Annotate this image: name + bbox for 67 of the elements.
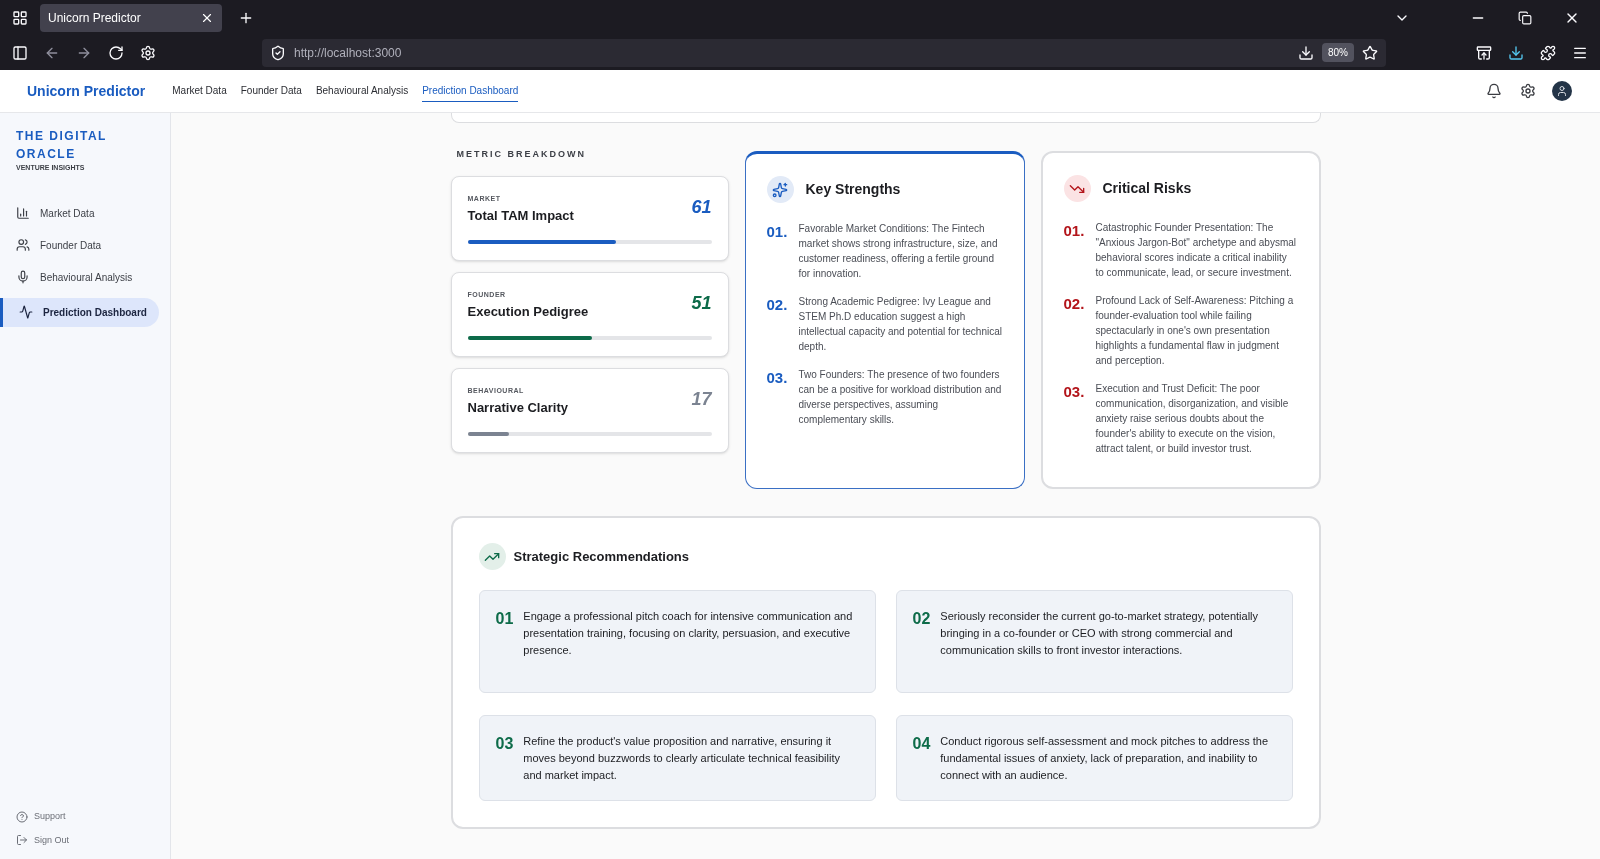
- card-title: Strategic Recommendations: [513, 547, 690, 566]
- sidebar-footer-link[interactable]: Sign Out: [16, 833, 70, 847]
- sign-out-icon: [16, 834, 28, 847]
- sidebar-toggle-icon[interactable]: [12, 44, 28, 61]
- people-icon: [16, 238, 30, 252]
- recommendation-number: 04: [912, 734, 931, 754]
- item-text: Profound Lack of Self-Awareness: Pitching a founder-evaluation tool while failing spectacularly in one's own presentation highlights a fundamental flaw in judgment and perception.: [1095, 294, 1295, 368]
- recommendation-text: Conduct rigorous self-assessment and mock pitches to address the fundamental issues of anxiety, lack of preparation, and inability to connect with an audience.: [940, 734, 1269, 783]
- download-page-icon[interactable]: [1298, 44, 1314, 61]
- sidebar-footer-link[interactable]: Support: [16, 810, 66, 824]
- reload-icon[interactable]: [108, 44, 124, 61]
- item-text: Strong Academic Pedigree: Ivy League and STEM Ph.D education suggest a high intellectual capacity and potential for technical depth.: [798, 295, 1003, 354]
- recommendation-text: Seriously reconsider the current go-to-market strategy, potentially bringing in a co-founder or CEO with strong commercial and communication skills to front investor interactions.: [940, 609, 1259, 658]
- trend-down-icon: [1063, 175, 1091, 202]
- metric-score: 51: [691, 291, 712, 315]
- help-icon: [16, 810, 28, 823]
- bar-chart-icon: [16, 206, 30, 220]
- recommendation-text: Engage a professional pitch coach for intensive communication and presentation training, focusing on clarity, persuasion, and executive presence.: [523, 609, 854, 658]
- metric-title: Narrative Clarity: [467, 399, 568, 417]
- nav-link[interactable]: Prediction Dashboard: [422, 80, 519, 102]
- item-number: 02.: [766, 295, 789, 315]
- restore-icon[interactable]: [1518, 10, 1532, 25]
- item-number: 01.: [1063, 221, 1086, 241]
- browser-tab[interactable]: Unicorn Predictor: [40, 3, 222, 32]
- sidebar-title: THE DIGITAL ORACLE: [16, 128, 108, 163]
- nav-link[interactable]: Founder Data: [240, 80, 302, 102]
- avatar[interactable]: [1552, 81, 1572, 101]
- card-title: Critical Risks: [1102, 179, 1192, 198]
- nav-link[interactable]: Market Data: [172, 80, 227, 102]
- microphone-icon: [16, 270, 30, 284]
- recommendation-text: Refine the product's value proposition and narrative, ensuring it moves beyond buzzwords to clearly articulate technical feasibility and market impact.: [523, 734, 841, 783]
- address-bar[interactable]: http://localhost:3000 80%: [262, 38, 1386, 67]
- sparkles-icon: [766, 176, 794, 203]
- card-title: Key Strengths: [805, 180, 901, 199]
- item-text: Two Founders: The presence of two founders can be a positive for workload distribution and diverse perspectives, assuming complementary skills.: [798, 368, 1003, 427]
- star-icon[interactable]: [1362, 44, 1378, 61]
- bell-icon[interactable]: [1486, 83, 1502, 99]
- item-text: Execution and Trust Deficit: The poor communication, disorganization, and visible anxiety raise serious doubts about the founder's ability to execute on the vision, attract talent, or build investor trust.: [1095, 382, 1290, 456]
- extensions-icon[interactable]: [1540, 44, 1556, 61]
- recommendation-number: 03: [495, 734, 514, 754]
- sidebar-item[interactable]: Founder Data: [0, 233, 159, 257]
- item-text: Favorable Market Conditions: The Fintech market shows strong infrastructure, size, and customer readiness, offering a fertile ground for innovation.: [798, 222, 999, 281]
- section-heading: METRIC BREAKDOWN: [456, 148, 587, 161]
- metric-title: Execution Pedigree: [467, 303, 589, 321]
- item-number: 03.: [766, 368, 789, 388]
- nav-link[interactable]: Behavioural Analysis: [315, 80, 409, 102]
- shield-icon: [270, 44, 286, 61]
- trend-up-icon: [478, 543, 506, 570]
- metric-score: 17: [691, 387, 712, 411]
- tab-list-icon[interactable]: [12, 9, 28, 26]
- item-number: 03.: [1063, 382, 1086, 402]
- item-text: Catastrophic Founder Presentation: The "Anxious Jargon-Bot" archetype and abysmal behavioral scores indicate a critical inability to communicate, lead, or secure investment.: [1095, 221, 1298, 280]
- url-text: http://localhost:3000: [294, 44, 402, 62]
- zoom-badge[interactable]: 80%: [1322, 43, 1354, 62]
- recommendation-number: 02: [912, 609, 931, 629]
- sidebar-item[interactable]: Market Data: [0, 201, 159, 225]
- sidebar-item[interactable]: Behavioural Analysis: [0, 265, 159, 289]
- recommendation-number: 01: [495, 609, 514, 629]
- settings-icon[interactable]: [1520, 83, 1536, 99]
- item-number: 02.: [1063, 294, 1086, 314]
- download-icon[interactable]: [1508, 44, 1524, 61]
- metric-title: Total TAM Impact: [467, 207, 574, 225]
- pulse-icon: [19, 305, 33, 319]
- item-number: 01.: [766, 222, 789, 242]
- brand-logo[interactable]: Unicorn Predictor: [27, 80, 146, 102]
- sidebar-item[interactable]: Prediction Dashboard: [0, 297, 159, 327]
- metric-score: 61: [691, 195, 712, 219]
